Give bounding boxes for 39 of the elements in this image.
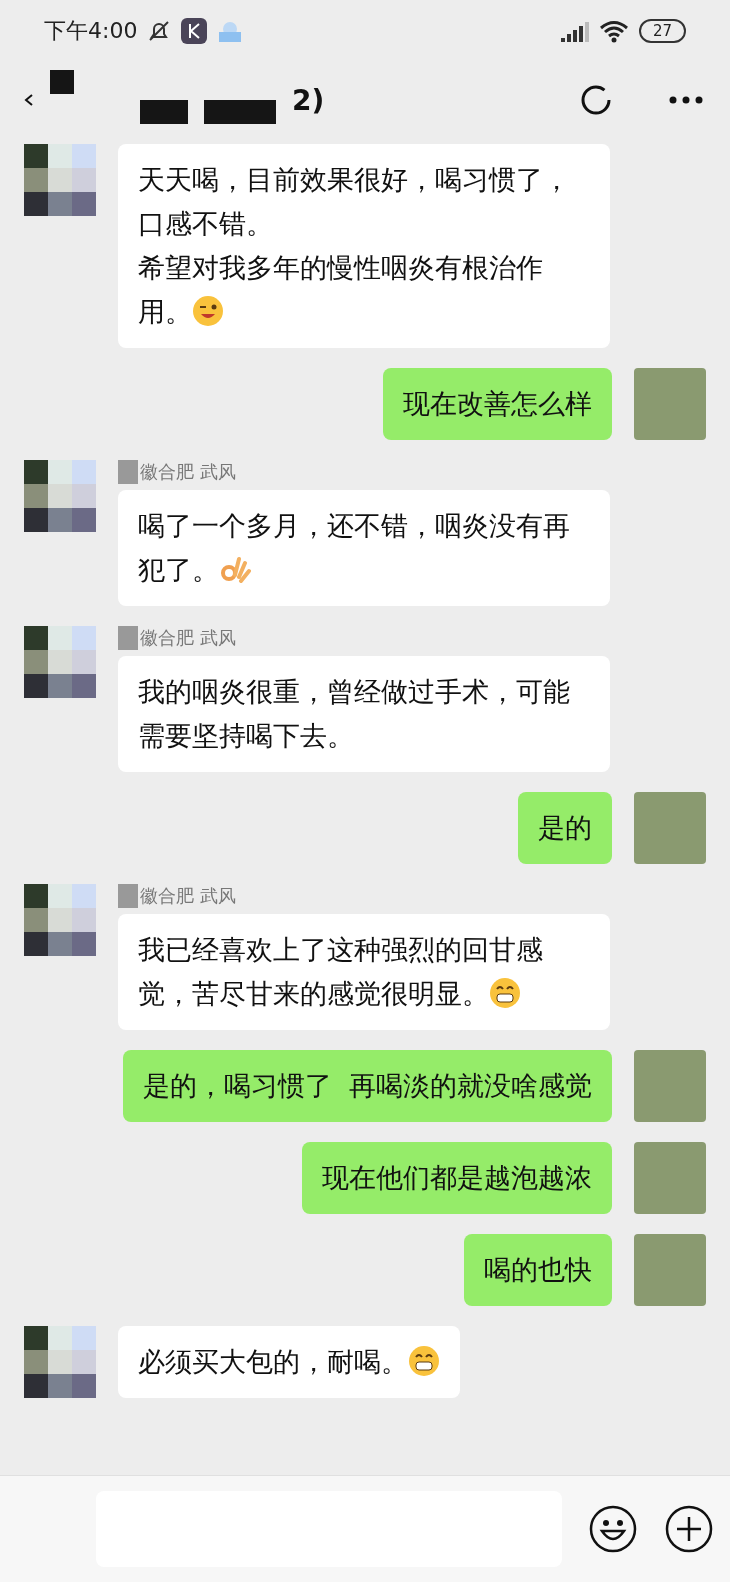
message-bubble[interactable]: 喝的也快 bbox=[464, 1234, 612, 1306]
cloud-icon bbox=[217, 20, 244, 42]
grinning-face-icon bbox=[408, 1345, 440, 1377]
redaction-block bbox=[50, 70, 74, 94]
message-bubble[interactable]: 必须买大包的，耐喝。 bbox=[118, 1326, 460, 1398]
muted-bell-icon bbox=[147, 19, 172, 43]
plus-button[interactable] bbox=[664, 1504, 714, 1554]
sender-name: 徽合肥 武风 bbox=[140, 626, 236, 650]
chat-title: 2) bbox=[292, 83, 325, 117]
redaction-block bbox=[204, 100, 276, 124]
status-time: 下午4:00 bbox=[44, 17, 138, 45]
emoji-button[interactable] bbox=[588, 1504, 638, 1554]
wifi-icon bbox=[598, 19, 629, 43]
avatar-mosaic[interactable] bbox=[24, 460, 96, 532]
message-bubble[interactable]: 喝了一个多月，还不错，咽炎没有再犯了。 bbox=[118, 490, 610, 606]
message-bubble[interactable]: 我已经喜欢上了这种强烈的回甘感觉，苦尽甘来的感觉很明显。 bbox=[118, 914, 610, 1030]
back-icon[interactable] bbox=[24, 93, 34, 107]
avatar-mosaic[interactable] bbox=[24, 626, 96, 698]
winking-face-icon bbox=[192, 295, 224, 327]
redaction-block bbox=[118, 884, 138, 908]
message-bubble[interactable]: 现在改善怎么样 bbox=[383, 368, 612, 440]
message-bubble[interactable]: 是的，喝习惯了 再喝淡的就没啥感觉 bbox=[122, 1050, 612, 1122]
message-bubble[interactable]: 现在他们都是越泡越浓 bbox=[302, 1142, 612, 1214]
grinning-face-icon bbox=[489, 977, 521, 1009]
message-bubble[interactable]: 我的咽炎很重，曾经做过手术，可能需要坚持喝下去。 bbox=[118, 656, 610, 772]
avatar-mosaic[interactable] bbox=[24, 884, 96, 956]
more-icon[interactable] bbox=[668, 95, 704, 105]
redaction-block bbox=[118, 460, 138, 484]
app-icon bbox=[181, 18, 208, 44]
redaction-block bbox=[118, 626, 138, 650]
avatar-mosaic[interactable] bbox=[24, 144, 96, 216]
battery-level: 27 bbox=[638, 19, 686, 43]
message-bubble[interactable]: 天天喝，目前效果很好，喝习惯了，口感不错。 希望对我多年的慢性咽炎有根治作用。 bbox=[118, 144, 610, 348]
avatar-mosaic[interactable] bbox=[24, 1326, 96, 1398]
message-bubble[interactable]: 是的 bbox=[518, 792, 612, 864]
sender-name: 徽合肥 武风 bbox=[140, 460, 236, 484]
sender-name: 徽合肥 武风 bbox=[140, 884, 236, 908]
loading-circle-icon bbox=[580, 84, 612, 116]
redaction-block bbox=[140, 100, 188, 124]
